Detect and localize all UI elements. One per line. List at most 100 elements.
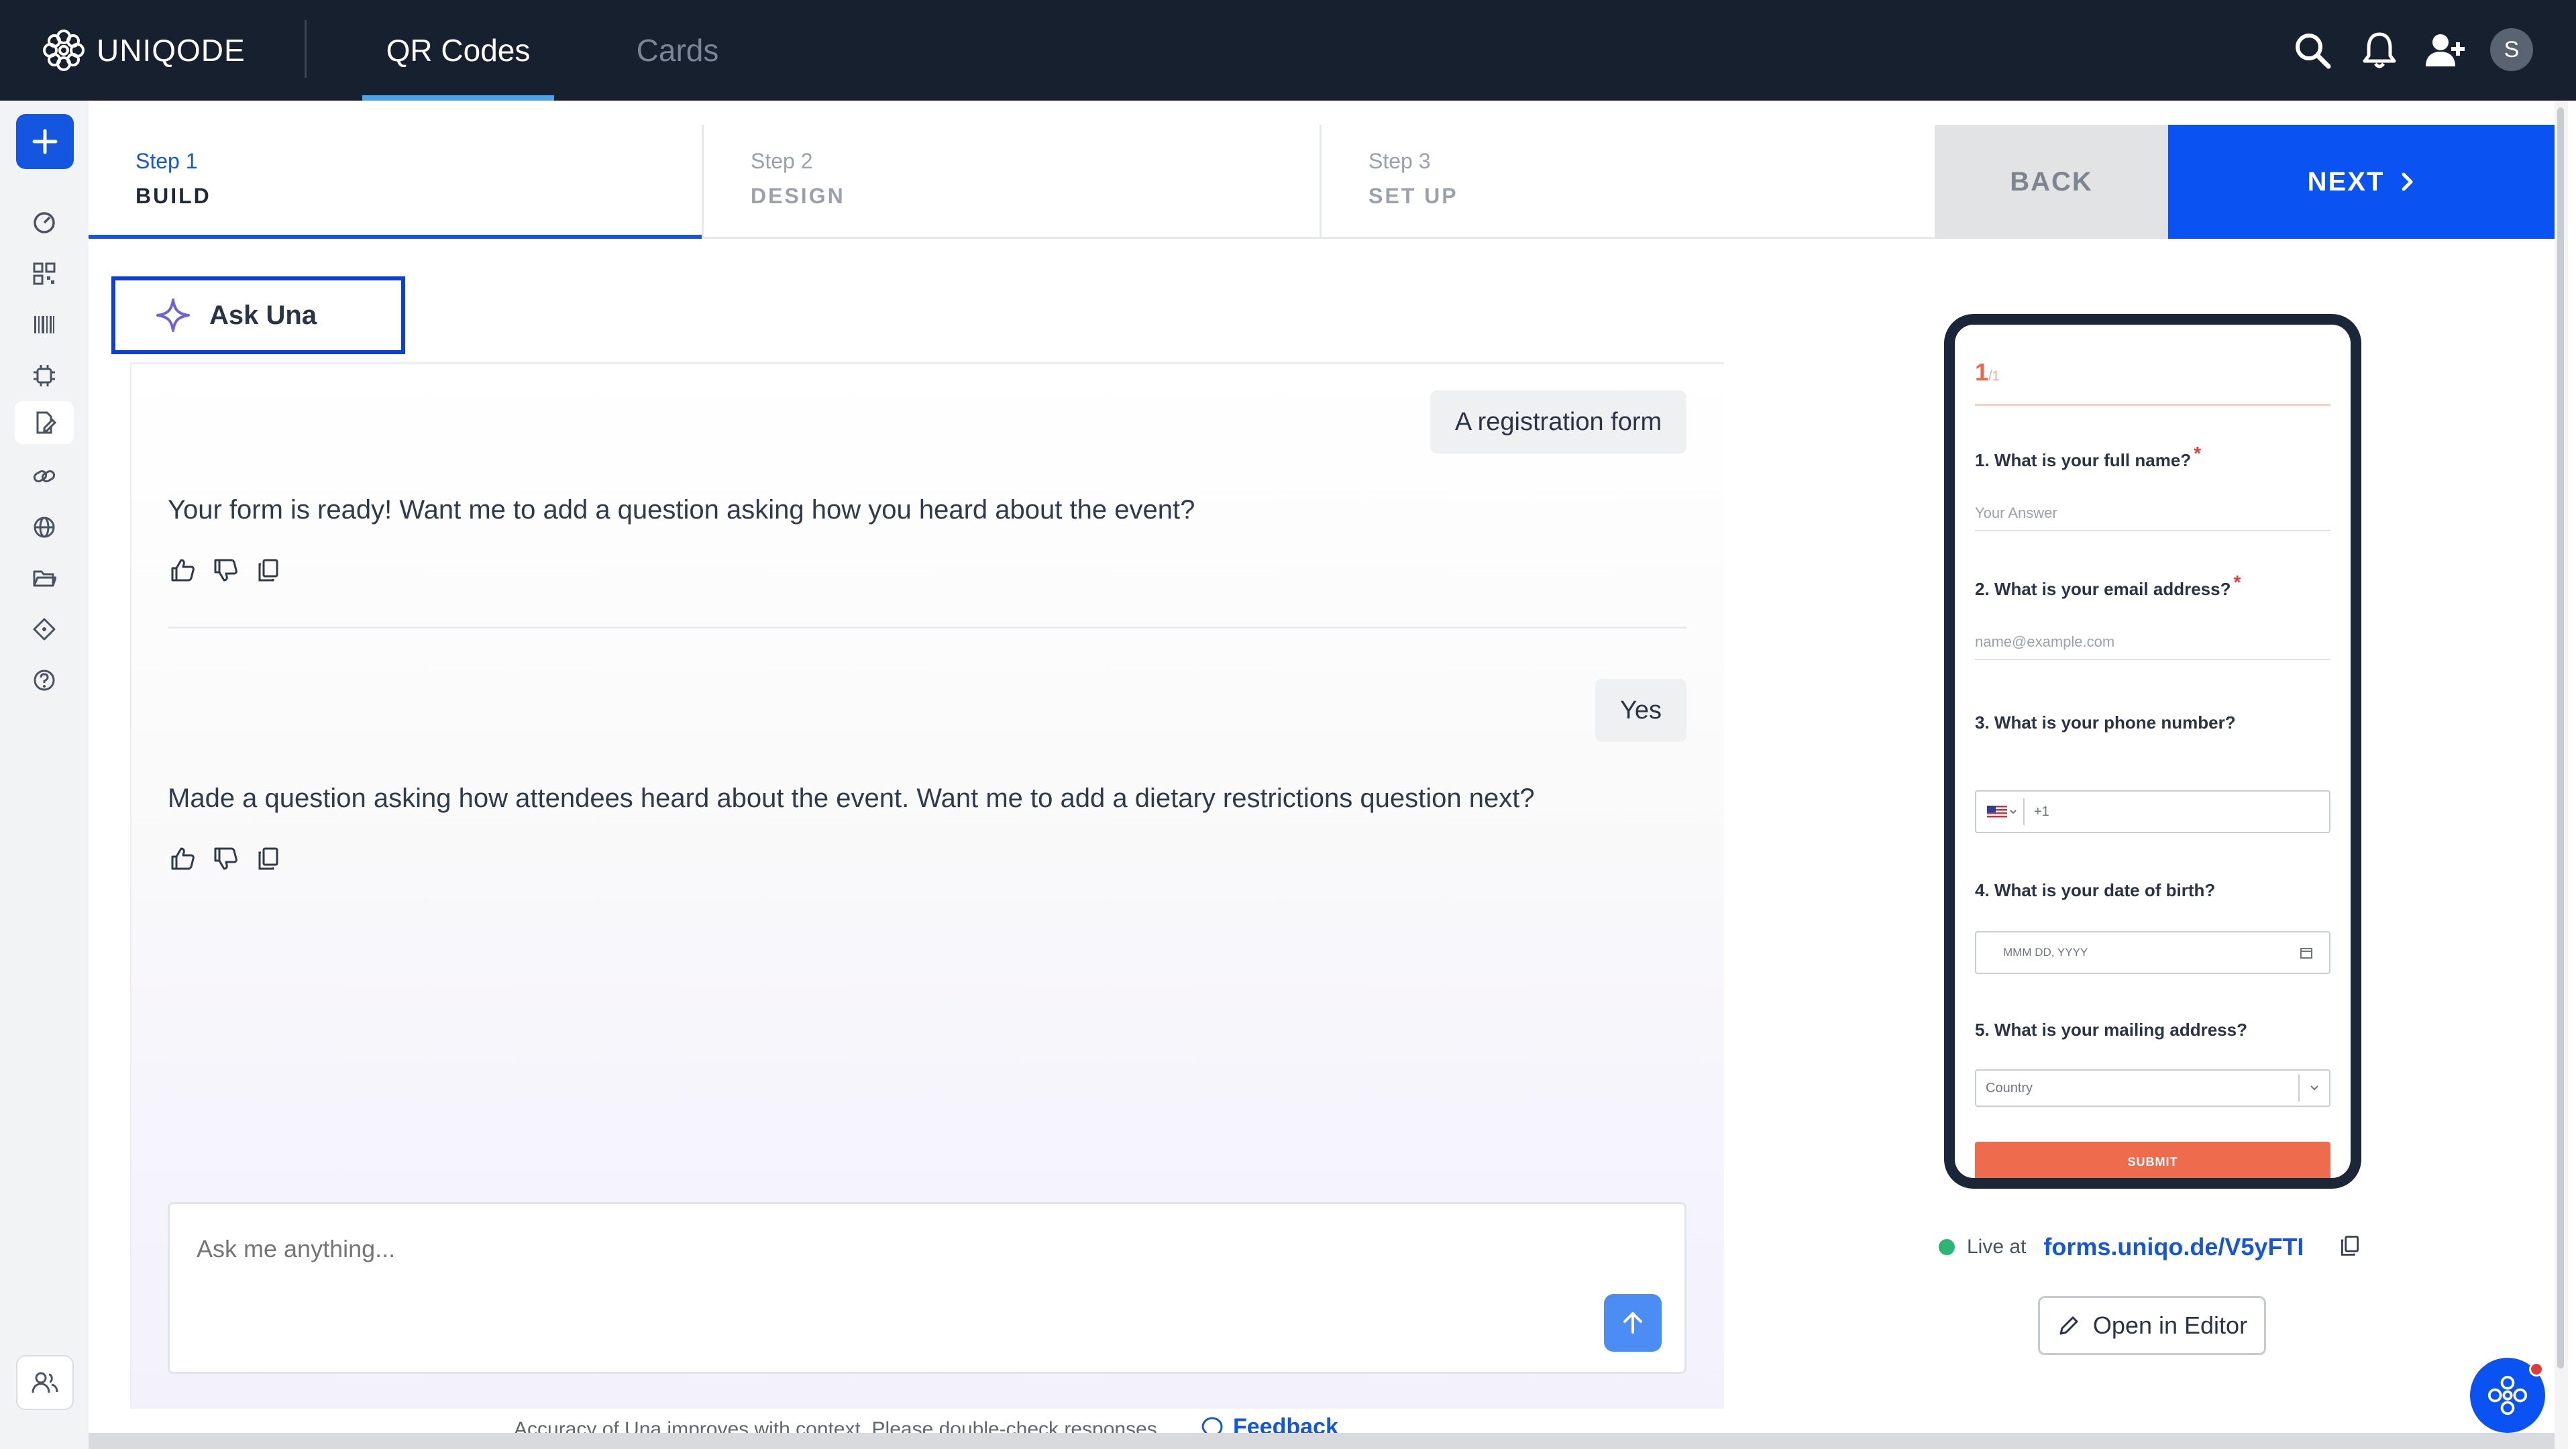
arrow-up-icon xyxy=(1623,1312,1642,1334)
chat-input-box xyxy=(168,1202,1686,1374)
step-number: Step 1 xyxy=(136,149,198,173)
question-label: 1. What is your full name? * xyxy=(1975,443,2201,471)
send-button[interactable] xyxy=(1604,1294,1662,1352)
notification-dot xyxy=(2529,1362,2544,1377)
chat-input[interactable] xyxy=(197,1235,1538,1263)
help-icon[interactable] xyxy=(27,663,62,698)
question-text: 2. What is your email address? xyxy=(1975,579,2231,599)
tag-icon[interactable] xyxy=(27,612,62,647)
country-select[interactable]: Country xyxy=(1975,1069,2330,1107)
page-current: 1 xyxy=(1975,358,1989,386)
link-icon[interactable] xyxy=(27,459,62,494)
chevron-right-icon xyxy=(2402,172,2413,191)
ask-una-label: Ask Una xyxy=(209,300,317,330)
thumbs-up-icon[interactable] xyxy=(166,843,199,875)
copy-icon[interactable] xyxy=(252,843,284,875)
create-button[interactable] xyxy=(16,114,74,169)
left-sidebar xyxy=(0,101,89,1449)
team-button[interactable] xyxy=(16,1355,74,1410)
plus-icon xyxy=(32,129,58,154)
step-number: Step 2 xyxy=(751,149,813,173)
form-icon[interactable] xyxy=(15,401,74,444)
open-in-editor-label: Open in Editor xyxy=(2092,1311,2248,1339)
tab-cards[interactable]: Cards xyxy=(604,0,751,101)
uniqode-logo-icon xyxy=(2487,1375,2528,1415)
date-placeholder: MMM DD, YYYY xyxy=(2003,946,2088,959)
assistant-message: Made a question asking how attendees hea… xyxy=(168,784,1535,813)
calendar-icon xyxy=(2300,948,2312,959)
avatar[interactable]: S xyxy=(2490,28,2533,71)
required-mark: * xyxy=(2194,443,2202,464)
email-field[interactable]: name@example.com xyxy=(1975,628,2330,660)
team-icon xyxy=(32,1372,58,1393)
message-divider xyxy=(168,627,1686,629)
step-number: Step 3 xyxy=(1368,149,1431,173)
submit-button[interactable]: SUBMIT xyxy=(1975,1142,2330,1178)
brand-logo[interactable]: UNIQODE xyxy=(42,27,246,74)
ask-una-tab[interactable]: Ask Una xyxy=(111,276,405,354)
copy-icon[interactable] xyxy=(2339,1234,2361,1260)
tab-qr-codes[interactable]: QR Codes xyxy=(362,0,554,101)
top-divider xyxy=(305,20,307,78)
country-placeholder: Country xyxy=(1986,1080,2033,1095)
form-preview: 1/1 1. What is your full name? * Your Ans… xyxy=(1975,325,2330,1178)
open-in-editor-button[interactable]: Open in Editor xyxy=(2038,1296,2266,1355)
uniqode-logo-icon xyxy=(43,30,85,71)
barcode-icon[interactable] xyxy=(27,307,62,342)
next-button-label: NEXT xyxy=(2307,166,2385,197)
user-message: A registration form xyxy=(1430,390,1686,453)
step-setup[interactable]: Step 3 SET UP xyxy=(1322,125,1935,239)
question-label: 2. What is your email address? * xyxy=(1975,572,2241,600)
step-name: DESIGN xyxy=(751,184,845,208)
step-name: BUILD xyxy=(136,184,211,208)
dashboard-icon[interactable] xyxy=(27,205,62,240)
message-actions xyxy=(166,554,284,586)
horizontal-scrollbar[interactable] xyxy=(89,1433,2555,1449)
qr-grid-icon[interactable] xyxy=(27,256,62,291)
back-button[interactable]: BACK xyxy=(1935,125,2168,239)
sparkle-icon xyxy=(156,299,190,332)
preview-divider xyxy=(1975,404,2330,406)
thumbs-down-icon[interactable] xyxy=(209,554,241,586)
live-label: Live at xyxy=(1967,1236,2027,1258)
top-bar: UNIQODE QR Codes Cards S xyxy=(0,0,2576,101)
folder-icon[interactable] xyxy=(27,561,62,596)
form-preview-phone: 1/1 1. What is your full name? * Your Ans… xyxy=(1944,314,2361,1189)
vertical-scrollbar-thumb[interactable] xyxy=(2557,107,2564,1368)
live-status: Live at forms.uniqo.de/V5yFTI xyxy=(1939,1233,2361,1261)
next-button[interactable]: NEXT xyxy=(2168,125,2555,239)
full-name-field[interactable]: Your Answer xyxy=(1975,499,2330,531)
question-label: 5. What is your mailing address? xyxy=(1975,1020,2247,1040)
active-step-indicator xyxy=(89,235,702,239)
bell-icon[interactable] xyxy=(2356,27,2403,74)
message-actions xyxy=(166,843,284,875)
date-of-birth-field[interactable]: MMM DD, YYYY xyxy=(1975,931,2330,974)
active-tab-indicator xyxy=(362,95,554,101)
step-build[interactable]: Step 1 BUILD xyxy=(89,125,702,239)
add-user-icon[interactable] xyxy=(2422,27,2469,74)
page-total: /1 xyxy=(1988,369,2000,384)
us-flag-icon[interactable] xyxy=(1976,798,2025,825)
step-design[interactable]: Step 2 DESIGN xyxy=(704,125,1320,239)
brand-name: UNIQODE xyxy=(97,33,246,68)
search-icon[interactable] xyxy=(2289,27,2336,74)
thumbs-down-icon[interactable] xyxy=(209,843,241,875)
user-message: Yes xyxy=(1595,679,1686,742)
live-url-link[interactable]: forms.uniqo.de/V5yFTI xyxy=(2043,1233,2304,1261)
question-label: 3. What is your phone number? xyxy=(1975,712,2236,733)
ai-chip-icon[interactable] xyxy=(27,358,62,393)
page-counter: 1/1 xyxy=(1975,358,2000,386)
thumbs-up-icon[interactable] xyxy=(166,554,199,586)
phone-prefix: +1 xyxy=(2034,804,2049,819)
question-text: 1. What is your full name? xyxy=(1975,450,2192,470)
stepper: Step 1 BUILD Step 2 DESIGN Step 3 SET UP xyxy=(89,125,1935,239)
phone-field[interactable]: +1 xyxy=(1975,790,2330,833)
required-mark: * xyxy=(2233,572,2241,592)
globe-icon[interactable] xyxy=(27,510,62,545)
question-label: 4. What is your date of birth? xyxy=(1975,880,2216,900)
copy-icon[interactable] xyxy=(252,554,284,586)
chevron-down-icon xyxy=(2298,1075,2329,1102)
pencil-icon xyxy=(2059,1316,2078,1335)
live-indicator xyxy=(1939,1239,1955,1255)
assistant-message: Your form is ready! Want me to add a que… xyxy=(168,495,1195,525)
